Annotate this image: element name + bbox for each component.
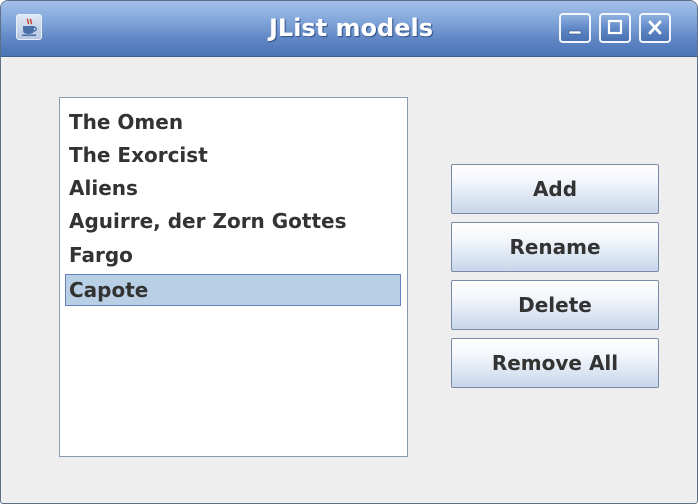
remove-all-button[interactable]: Remove All (451, 338, 659, 388)
close-button[interactable] (639, 13, 671, 43)
title-bar[interactable]: JList models (1, 1, 697, 57)
add-button[interactable]: Add (451, 164, 659, 214)
delete-button[interactable]: Delete (451, 280, 659, 330)
list-item-selected[interactable]: Capote (65, 274, 401, 306)
list-item[interactable]: The Omen (65, 106, 401, 138)
minimize-icon (568, 30, 582, 35)
list-item[interactable]: Aliens (65, 172, 401, 204)
list-item[interactable]: Aguirre, der Zorn Gottes (65, 205, 401, 237)
close-icon (648, 20, 662, 35)
app-window: JList models The Omen The Exorcist Alien… (0, 0, 698, 504)
window-title: JList models (268, 14, 434, 42)
java-coffee-cup-icon[interactable] (16, 14, 42, 40)
movie-list[interactable]: The Omen The Exorcist Aliens Aguirre, de… (59, 97, 408, 457)
minimize-button[interactable] (559, 13, 591, 43)
maximize-icon (607, 19, 623, 35)
list-item[interactable]: The Exorcist (65, 139, 401, 171)
rename-button[interactable]: Rename (451, 222, 659, 272)
list-item[interactable]: Fargo (65, 239, 401, 271)
maximize-button[interactable] (599, 13, 631, 43)
